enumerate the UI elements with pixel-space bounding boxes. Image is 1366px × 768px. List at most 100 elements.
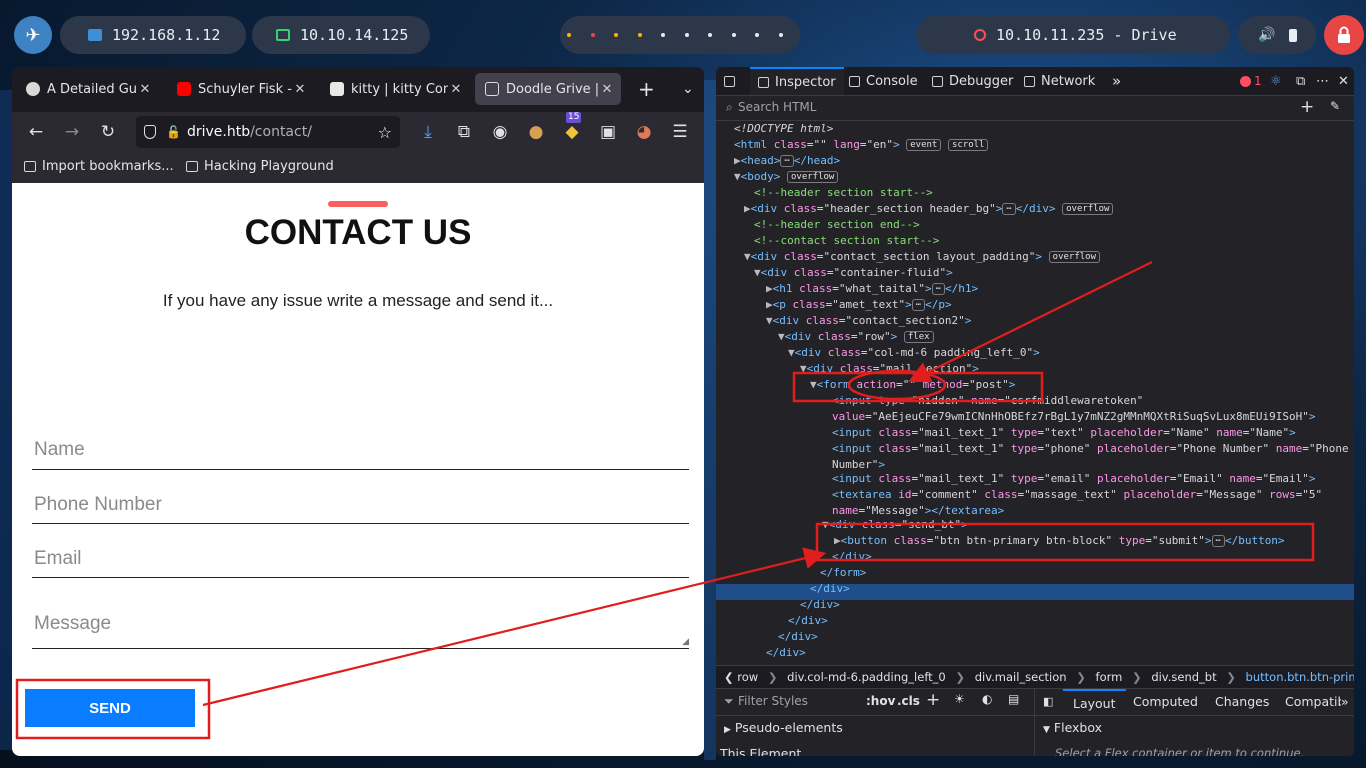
workspace-dot[interactable]	[661, 33, 665, 37]
downloads-icon[interactable]: ⤓	[416, 120, 440, 144]
tab-network[interactable]: Network	[1024, 67, 1095, 95]
email-input[interactable]: Email	[32, 543, 689, 578]
tree-line[interactable]: ▼<div class="row"> flex	[778, 329, 934, 345]
back-icon[interactable]: ←	[24, 120, 48, 144]
workspace-dot[interactable]	[637, 33, 642, 37]
tree-line[interactable]: <!--header section end-->	[754, 217, 920, 233]
react-icon[interactable]: ⚛	[1270, 67, 1282, 95]
tree-line[interactable]: ▼<div class="contact_section2">	[766, 313, 971, 329]
tree-line[interactable]: <!--header section start-->	[754, 185, 933, 201]
close-tab-icon[interactable]: ✕	[599, 82, 615, 97]
tree-line[interactable]: ▼<div class="contact_section layout_padd…	[744, 249, 1101, 265]
ext-glasses-icon[interactable]: ◉	[488, 120, 512, 144]
tab-layout[interactable]: Layout	[1063, 689, 1126, 715]
tab-inspector[interactable]: Inspector	[750, 67, 844, 95]
flexbox-section-toggle[interactable]: ▼ Flexbox	[1043, 720, 1102, 735]
insecure-lock-icon[interactable]: 🔓	[166, 125, 181, 139]
tree-line[interactable]: <input class="mail_text_1" type="phone" …	[832, 441, 1349, 457]
tab-wordpress[interactable]: A Detailed Guid ✕	[16, 73, 159, 105]
close-devtools-icon[interactable]: ✕	[1338, 67, 1349, 95]
bookmark-import[interactable]: Import bookmarks...	[24, 159, 174, 174]
reload-icon[interactable]: ↻	[96, 120, 120, 144]
more-tabs-icon[interactable]: »	[1341, 694, 1349, 709]
tree-line[interactable]: ▼<div class="send_bt">	[822, 517, 968, 533]
lock-screen-button[interactable]	[1324, 15, 1364, 55]
search-html[interactable]: ⌕ Search HTML + ✎	[716, 96, 1354, 121]
tree-line[interactable]: </div>	[766, 645, 806, 661]
tab-youtube[interactable]: Schuyler Fisk - ✕	[167, 73, 314, 105]
light-scheme-icon[interactable]: ☀	[954, 692, 965, 706]
error-count-badge[interactable]: 1	[1240, 67, 1262, 95]
tab-compatibility[interactable]: Compatib	[1285, 694, 1341, 709]
dark-scheme-icon[interactable]: ◐	[982, 692, 992, 706]
tree-line[interactable]: </div>	[800, 597, 840, 613]
devtools-menu-icon[interactable]: ⋯	[1316, 67, 1329, 95]
print-media-icon[interactable]: ▤	[1008, 692, 1019, 706]
close-tab-icon[interactable]: ✕	[292, 82, 308, 97]
tree-line[interactable]: <!DOCTYPE html>	[734, 121, 833, 137]
send-button[interactable]: SEND	[25, 689, 195, 727]
eyedropper-icon[interactable]: ✎	[1330, 99, 1340, 113]
sidebar-toggle-icon[interactable]: ◧	[1043, 695, 1053, 708]
target-ip-pill[interactable]: 10.10.11.235 - Drive	[916, 16, 1230, 54]
tree-line[interactable]: <input type="hidden" name="csrfmiddlewar…	[832, 393, 1143, 409]
tree-line[interactable]: ▶<h1 class="what_taital"> ⋯ </h1>	[766, 281, 978, 297]
breadcrumb-scroll-left-icon[interactable]: ❮	[724, 670, 734, 684]
message-textarea[interactable]: Message ◢	[32, 601, 689, 649]
workspace-dot[interactable]	[778, 33, 783, 37]
new-tab-button[interactable]: +	[632, 73, 660, 105]
tree-line[interactable]: </div>	[832, 549, 872, 565]
element-picker-icon[interactable]	[724, 67, 741, 95]
extensions-icon[interactable]: ⧉	[452, 120, 476, 144]
menu-icon[interactable]: ☰	[668, 120, 692, 144]
breadcrumb-item[interactable]: div.mail_section	[975, 670, 1067, 684]
tree-line[interactable]: ▼<div class="mail_section">	[800, 361, 979, 377]
volume-icon[interactable]: 🔊	[1258, 27, 1275, 43]
workspace-dot[interactable]	[708, 33, 712, 37]
add-rule-icon[interactable]: +	[926, 690, 940, 710]
bookmark-star-icon[interactable]: ☆	[378, 123, 392, 142]
tree-line-selected[interactable]: ▶<button class="btn btn-primary btn-bloc…	[834, 533, 1285, 549]
tree-line[interactable]: ▶<div class="header_section header_bg"> ⋯…	[744, 201, 1114, 217]
close-tab-icon[interactable]: ✕	[448, 82, 464, 97]
tree-line[interactable]: </form>	[820, 565, 866, 581]
breadcrumb-item[interactable]: div.send_bt	[1151, 670, 1216, 684]
tab-list-button[interactable]: ⌄	[672, 73, 700, 105]
shield-icon[interactable]	[144, 125, 156, 139]
workspace-dot[interactable]	[590, 33, 595, 37]
dock-icon[interactable]: ⧉	[1296, 67, 1305, 95]
breadcrumb-item-active[interactable]: button.btn.btn-primary.btn-block	[1246, 670, 1354, 684]
tree-line[interactable]: ▼<form action="" method="post">	[810, 377, 1015, 393]
ext-cookie-icon[interactable]: ●	[524, 120, 548, 144]
ext-container-icon[interactable]: ▣	[596, 120, 620, 144]
hov-button[interactable]: :hov	[866, 694, 895, 708]
workspace-dot[interactable]	[567, 33, 571, 37]
tab-computed[interactable]: Computed	[1133, 694, 1198, 709]
filter-styles-input[interactable]: Filter Styles	[738, 694, 808, 708]
tree-line[interactable]: </div>	[788, 613, 828, 629]
breadcrumb-item[interactable]: form	[1096, 670, 1123, 684]
pseudo-elements-toggle[interactable]: ▶ Pseudo-elements	[724, 720, 843, 735]
tab-changes[interactable]: Changes	[1215, 694, 1269, 709]
tab-doodle-grive[interactable]: Doodle Grive | C ✕	[475, 73, 621, 105]
system-tray[interactable]: 🔊	[1238, 16, 1316, 54]
more-tabs-icon[interactable]: »	[1112, 67, 1121, 95]
breadcrumb-item[interactable]: row	[737, 670, 758, 684]
add-node-icon[interactable]: +	[1300, 97, 1314, 117]
phone-input[interactable]: Phone Number	[32, 488, 689, 524]
tab-kitty[interactable]: kitty | kitty Con ✕	[320, 73, 470, 105]
url-bar[interactable]: 🔓 drive.htb/contact/ ☆	[136, 116, 400, 148]
tree-line[interactable]: <input class="mail_text_1" type="text" p…	[832, 425, 1296, 441]
tree-line[interactable]: <textarea id="comment" class="massage_te…	[832, 487, 1322, 503]
forward-icon[interactable]: →	[60, 120, 84, 144]
tree-line[interactable]: <input class="mail_text_1" type="email" …	[832, 471, 1316, 487]
workspace-dot[interactable]	[614, 33, 618, 37]
tree-line[interactable]: <html class="" lang="en"> event scroll	[734, 137, 989, 153]
bookmark-hacking-playground[interactable]: Hacking Playground	[186, 159, 334, 174]
tree-line[interactable]: ▼<div class="col-md-6 padding_left_0">	[788, 345, 1040, 361]
tree-line[interactable]: ▶<head> ⋯ </head>	[734, 153, 840, 169]
local-ip-pill[interactable]: 192.168.1.12	[60, 16, 246, 54]
breadcrumb-item[interactable]: div.col-md-6.padding_left_0	[787, 670, 946, 684]
ext-python-icon[interactable]: ◆ 15	[560, 112, 584, 144]
tree-line[interactable]: </div>	[778, 629, 818, 645]
